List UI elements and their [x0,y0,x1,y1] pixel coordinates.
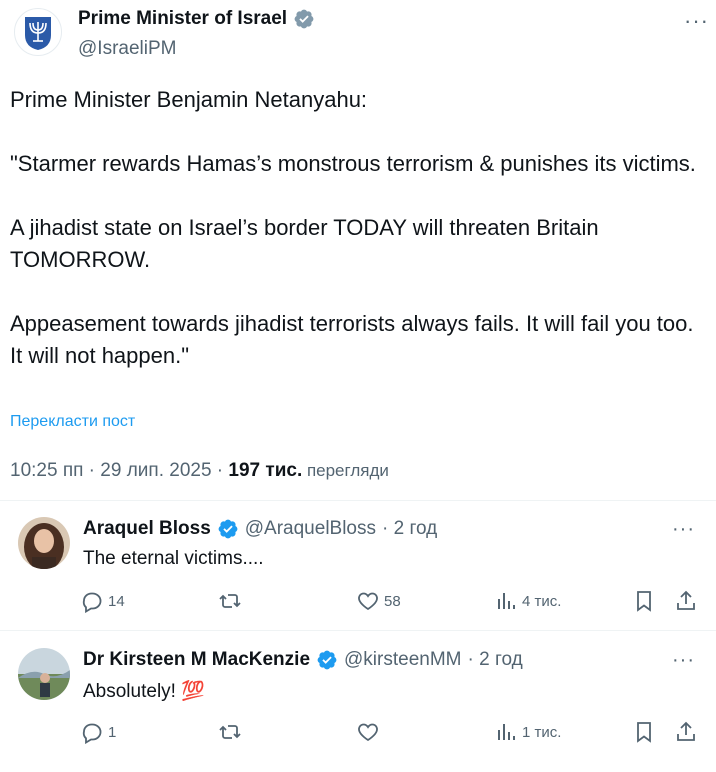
bookmark-icon [637,591,651,612]
reply-item[interactable]: Araquel Bloss @AraquelBloss · 2 год ··· … [0,501,716,630]
views-count: 1 тис. [522,723,562,741]
reply-icon [82,723,102,744]
like-count: 58 [384,592,401,610]
share-button[interactable] [674,589,698,613]
reply-author-name[interactable]: Dr Kirsteen M MacKenzie [83,649,310,671]
share-button[interactable] [674,720,698,744]
repost-button[interactable] [218,589,246,613]
tweet-text: Prime Minister Benjamin Netanyahu: "Star… [10,84,700,372]
bookmark-button[interactable] [632,589,656,613]
repost-icon [219,594,241,608]
reply-button[interactable]: 1 [80,720,116,744]
reply-time[interactable]: · 2 год [382,518,437,540]
author-name-row[interactable]: Prime Minister of Israel [78,8,315,30]
views-count: 4 тис. [522,592,562,610]
tweet-meta: 10:25 пп · 29 лип. 2025 · 197 тис. перег… [10,460,389,482]
tweet-paragraph: Appeasement towards jihadist terrorists … [10,311,694,368]
views-button[interactable]: 4 тис. [494,589,561,613]
reply-count: 14 [108,592,125,610]
reply-text: Absolutely! 💯 [83,681,205,702]
verified-badge-icon [217,518,239,540]
verified-badge-icon [293,8,315,30]
avatar[interactable] [18,517,70,569]
heart-icon [358,592,378,611]
share-icon [677,590,695,610]
translate-post-link[interactable]: Перекласти пост [10,413,135,431]
more-options-icon[interactable]: ··· [672,518,695,541]
main-tweet: Prime Minister of Israel @IsraeliPM ··· … [0,0,716,500]
views-label: перегляди [302,461,389,480]
heart-icon [358,723,378,742]
views-count: 197 тис. [228,460,303,481]
reply-header: Dr Kirsteen M MacKenzie @kirsteenMM · 2 … [83,649,523,671]
more-options-icon[interactable]: ··· [672,649,695,672]
reply-author-handle[interactable]: @AraquelBloss [245,518,376,540]
author-avatar[interactable] [14,8,62,56]
tweet-paragraph: A jihadist state on Israel’s border TODA… [10,215,599,272]
like-button[interactable] [356,720,384,744]
more-options-icon[interactable]: ··· [684,8,709,34]
author-name[interactable]: Prime Minister of Israel [78,8,287,30]
reply-text: The eternal victims.... [83,548,264,569]
share-icon [677,721,695,741]
reply-time[interactable]: · 2 год [468,649,523,671]
reply-item[interactable]: Dr Kirsteen M MacKenzie @kirsteenMM · 2 … [0,631,716,772]
reply-author-handle[interactable]: @kirsteenMM [344,649,461,671]
analytics-icon [498,593,515,609]
views-button[interactable]: 1 тис. [494,720,561,744]
tweet-paragraph: "Starmer rewards Hamas’s monstrous terro… [10,151,696,176]
verified-badge-icon [316,649,338,671]
avatar-image [18,648,70,700]
repost-icon [219,725,241,739]
bookmark-button[interactable] [632,720,656,744]
like-button[interactable]: 58 [356,589,401,613]
bookmark-icon [637,722,651,743]
repost-button[interactable] [218,720,246,744]
author-handle[interactable]: @IsraeliPM [78,38,176,60]
menorah-emblem-icon [25,17,51,50]
reply-header: Araquel Bloss @AraquelBloss · 2 год [83,518,437,540]
avatar[interactable] [18,648,70,700]
avatar-image [18,517,70,569]
reply-button[interactable]: 14 [80,589,125,613]
analytics-icon [498,724,515,740]
reply-author-name[interactable]: Araquel Bloss [83,518,211,540]
timestamp[interactable]: 10:25 пп · 29 лип. 2025 · [10,460,228,481]
reply-icon [82,592,102,613]
reply-count: 1 [108,723,117,741]
tweet-paragraph: Prime Minister Benjamin Netanyahu: [10,87,368,112]
